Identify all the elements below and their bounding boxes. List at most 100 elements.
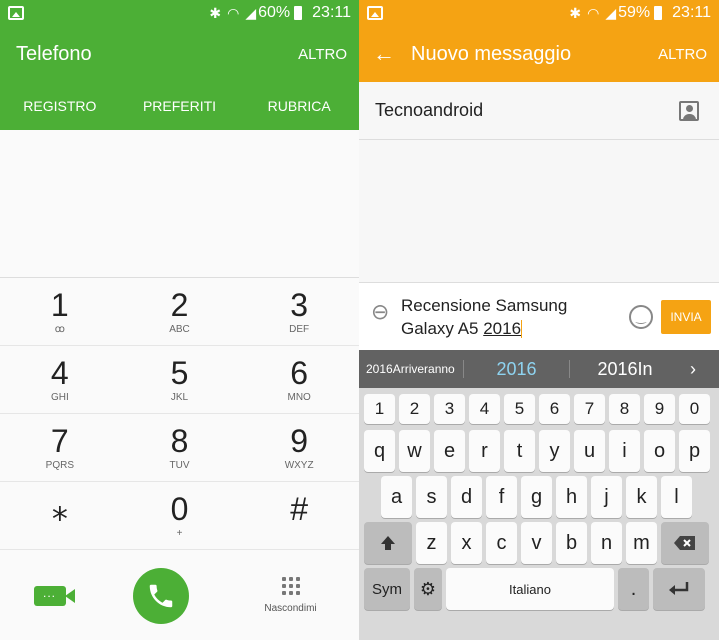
key-n[interactable]: n [591, 522, 622, 564]
key-h[interactable]: h [556, 476, 587, 518]
key-q[interactable]: q [364, 430, 395, 472]
enter-key[interactable] [653, 568, 705, 610]
key-digit: 9 [290, 422, 309, 459]
key-o[interactable]: o [644, 430, 675, 472]
key-g[interactable]: g [521, 476, 552, 518]
key-b[interactable]: b [556, 522, 587, 564]
shift-key[interactable] [364, 522, 412, 564]
key-0[interactable]: 0 [679, 394, 710, 424]
period-key[interactable]: . [618, 568, 649, 610]
dial-key-7[interactable]: 7 PQRS [0, 414, 120, 482]
key-u[interactable]: u [574, 430, 605, 472]
settings-gear-icon[interactable]: ⚙ [414, 568, 442, 610]
key-a[interactable]: a [381, 476, 412, 518]
key-m[interactable]: m [626, 522, 657, 564]
key-c[interactable]: c [486, 522, 517, 564]
dial-key-3[interactable]: 3 DEF [239, 278, 359, 346]
key-e[interactable]: e [434, 430, 465, 472]
chevron-right-icon[interactable]: › [690, 359, 696, 380]
image-notification-icon [367, 6, 383, 20]
key-v[interactable]: v [521, 522, 552, 564]
dial-key-9[interactable]: 9 WXYZ [239, 414, 359, 482]
space-bar[interactable]: Italiano [446, 568, 614, 610]
dial-key-0[interactable]: 0 + [119, 482, 240, 550]
key-digit: 0 [170, 490, 189, 527]
suggestion-1[interactable]: 2016Arriveranno [359, 362, 463, 376]
back-arrow-icon[interactable]: ← [373, 41, 411, 67]
suggestion-3[interactable]: 2016In [570, 359, 680, 380]
hide-keypad-label: Nascondimi [264, 603, 317, 614]
key-3[interactable]: 3 [434, 394, 465, 424]
voicemail-icon: ꝏ [54, 323, 65, 335]
key-5[interactable]: 5 [504, 394, 535, 424]
key-j[interactable]: j [591, 476, 622, 518]
key-d[interactable]: d [451, 476, 482, 518]
backspace-key[interactable] [661, 522, 709, 564]
recipient-field[interactable]: Tecnoandroid [359, 82, 719, 140]
signal-icon: ◢ [245, 5, 257, 21]
key-4[interactable]: 4 [469, 394, 500, 424]
dial-key-star[interactable]: ⁎ [0, 482, 120, 550]
app-title: Telefono [16, 42, 92, 65]
contact-icon[interactable] [679, 100, 699, 121]
more-button[interactable]: ALTRO [298, 46, 347, 63]
key-letters: GHI [50, 391, 69, 403]
keyboard-row-2: a s d f g h j k l [362, 476, 716, 518]
signal-icon: ◢ [605, 5, 617, 21]
tab-registro[interactable]: REGISTRO [0, 82, 120, 130]
key-7[interactable]: 7 [574, 394, 605, 424]
dial-key-1[interactable]: 1ꝏ [0, 278, 120, 346]
key-t[interactable]: t [504, 430, 535, 472]
wifi-icon: ◠ [587, 5, 600, 21]
key-s[interactable]: s [416, 476, 447, 518]
dial-key-6[interactable]: 6 MNO [239, 346, 359, 414]
shift-arrow-icon [381, 536, 395, 550]
key-9[interactable]: 9 [644, 394, 675, 424]
backspace-icon [674, 536, 695, 550]
key-w[interactable]: w [399, 430, 430, 472]
phone-icon [149, 584, 172, 607]
suggestion-2[interactable]: 2016 [464, 359, 569, 380]
key-i[interactable]: i [609, 430, 640, 472]
keyboard-number-row: 1 2 3 4 5 6 7 8 9 0 [362, 392, 716, 426]
dial-key-2[interactable]: 2 ABC [119, 278, 240, 346]
key-x[interactable]: x [451, 522, 482, 564]
sym-key[interactable]: Sym [364, 568, 410, 610]
composing-word: 2016 [483, 318, 522, 338]
key-k[interactable]: k [626, 476, 657, 518]
image-notification-icon [8, 6, 24, 20]
dial-keypad: 1ꝏ 2 ABC 3 DEF 4 GHI 5 JKL 6 MNO 7 PQRS 8 TUV 9… [0, 278, 359, 550]
tab-rubrica[interactable]: RUBRICA [239, 82, 359, 130]
key-8[interactable]: 8 [609, 394, 640, 424]
message-input[interactable]: Recensione Samsung Galaxy A5 2016 [401, 294, 629, 340]
call-button[interactable] [132, 567, 189, 624]
key-6[interactable]: 6 [539, 394, 570, 424]
dial-key-8[interactable]: 8 TUV [119, 414, 240, 482]
conversation-area [359, 140, 719, 282]
dial-key-4[interactable]: 4 GHI [0, 346, 120, 414]
key-y[interactable]: y [539, 430, 570, 472]
wifi-icon: ◠ [227, 5, 240, 21]
key-p[interactable]: p [679, 430, 710, 472]
key-digit: 8 [170, 422, 189, 459]
emoji-icon[interactable]: ‿ [629, 304, 653, 329]
key-1[interactable]: 1 [364, 394, 395, 424]
video-call-icon[interactable]: ... [33, 585, 75, 606]
key-z[interactable]: z [416, 522, 447, 564]
key-digit: 7 [50, 422, 69, 459]
dial-key-hash[interactable]: # [239, 482, 359, 550]
dial-key-5[interactable]: 5 JKL [119, 346, 240, 414]
key-l[interactable]: l [661, 476, 692, 518]
key-r[interactable]: r [469, 430, 500, 472]
key-f[interactable]: f [486, 476, 517, 518]
attach-icon[interactable]: ⊘ [364, 296, 405, 337]
key-letters: ABC [169, 323, 190, 335]
send-button[interactable]: INVIA [661, 299, 711, 334]
message-line-2-prefix: Galaxy A5 [401, 318, 484, 338]
key-2[interactable]: 2 [399, 394, 430, 424]
hide-keypad-button[interactable]: Nascondimi [256, 577, 326, 614]
more-button[interactable]: ALTRO [658, 46, 707, 63]
battery-percent: 60% [258, 4, 291, 21]
status-bar: ✱ ◠ ◢ 59% 23:11 [359, 0, 719, 26]
tab-preferiti[interactable]: PREFERITI [120, 82, 240, 130]
